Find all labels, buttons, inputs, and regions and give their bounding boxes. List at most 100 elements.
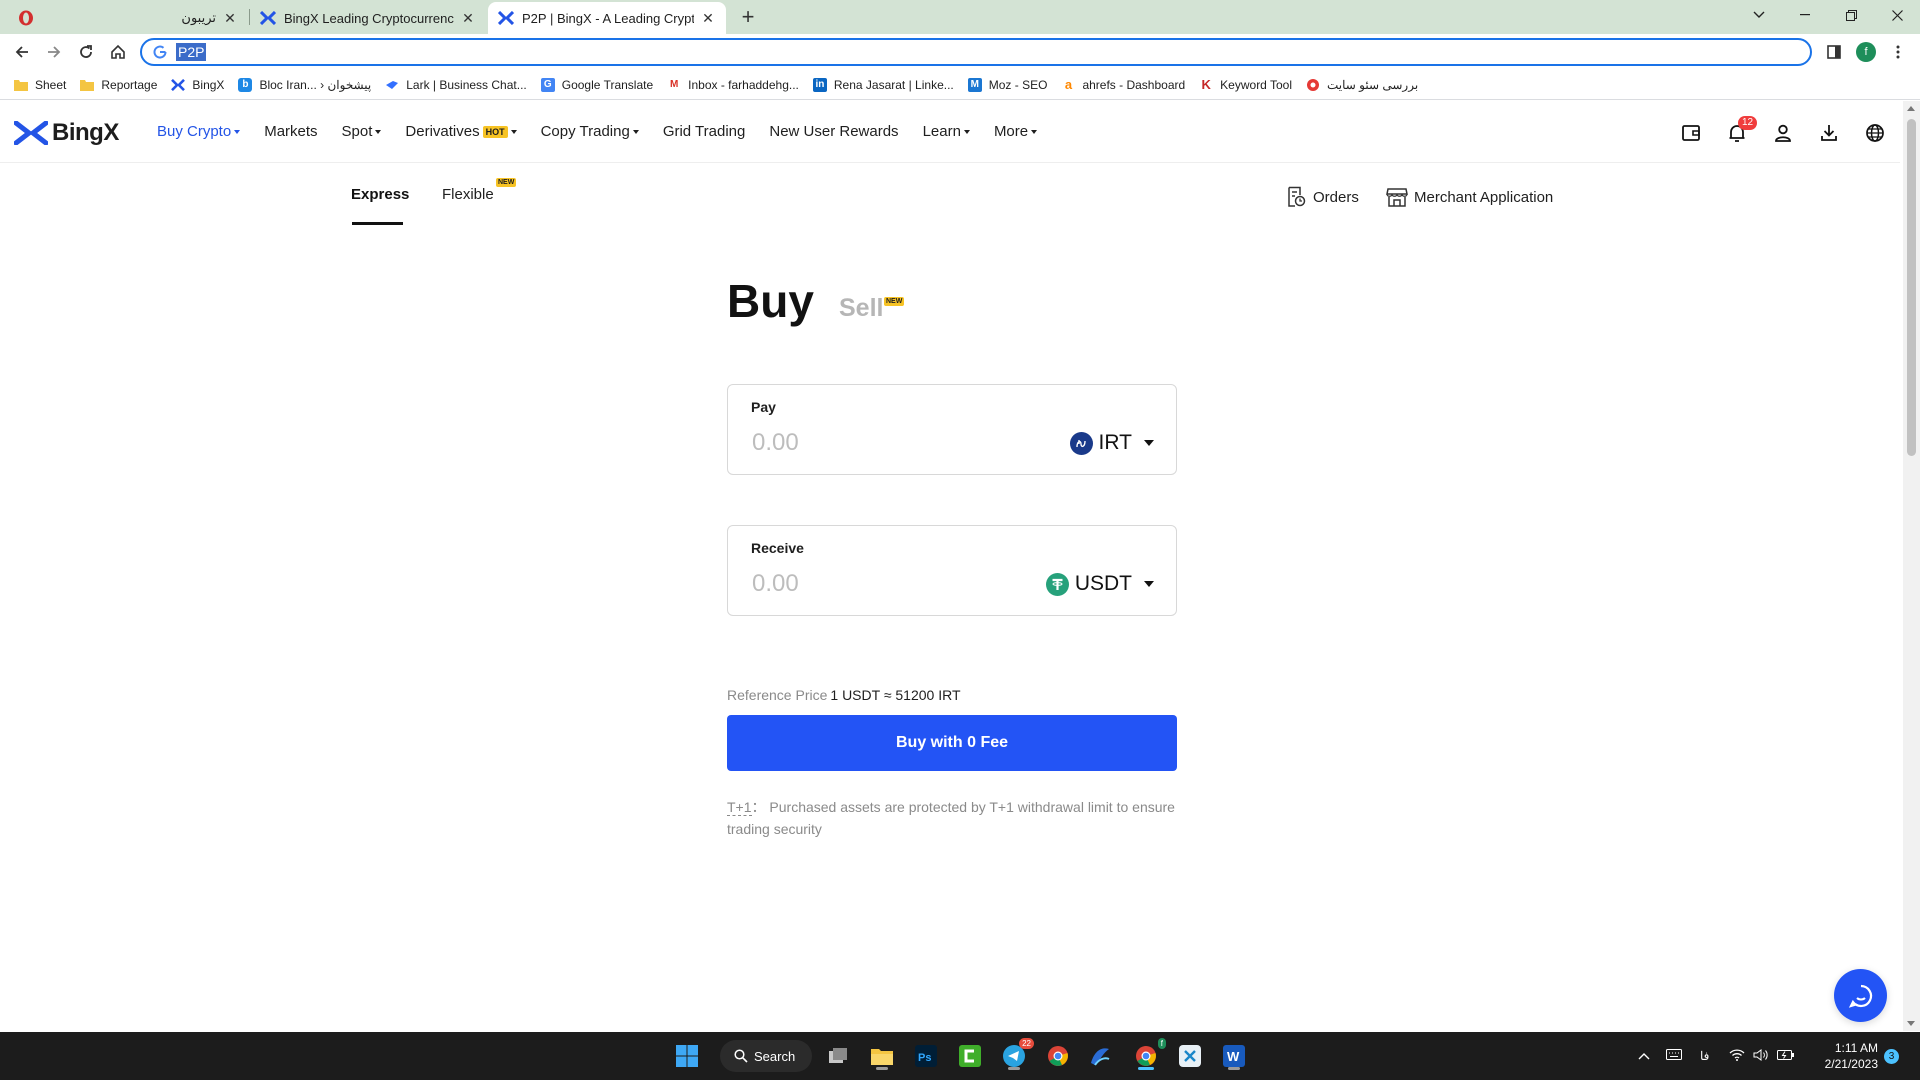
merchant-application-link[interactable]: Merchant Application bbox=[1386, 186, 1553, 208]
wallet-icon[interactable] bbox=[1679, 121, 1703, 145]
restore-button[interactable] bbox=[1828, 2, 1874, 28]
search-label: Search bbox=[754, 1048, 796, 1064]
user-icon[interactable] bbox=[1771, 121, 1795, 145]
bookmark-linkedin[interactable]: in Rena Jasarat | Linke... bbox=[812, 77, 954, 92]
chrome-icon[interactable] bbox=[1042, 1040, 1074, 1072]
pay-currency-select[interactable]: IRT bbox=[1069, 431, 1154, 455]
ahrefs-icon: a bbox=[1064, 77, 1073, 92]
nav-label: Spot bbox=[341, 123, 373, 140]
close-icon[interactable]: ✕ bbox=[700, 10, 716, 26]
scroll-down-arrow-icon[interactable] bbox=[1907, 1021, 1915, 1026]
bell-icon[interactable]: 12 bbox=[1725, 116, 1758, 145]
irt-icon bbox=[1069, 431, 1093, 455]
globe-icon[interactable] bbox=[1863, 121, 1887, 145]
nav-new-user-rewards[interactable]: New User Rewards bbox=[769, 123, 898, 140]
taskbar-search[interactable]: Search bbox=[720, 1040, 812, 1072]
close-window-button[interactable] bbox=[1874, 2, 1920, 28]
camtasia-icon[interactable] bbox=[954, 1040, 986, 1072]
system-tray: فا bbox=[1638, 1032, 1795, 1080]
bookmark-gmail[interactable]: M Inbox - farhaddehg... bbox=[667, 78, 799, 92]
tab-express[interactable]: Express bbox=[351, 186, 409, 203]
buy-with-zero-fee-button[interactable]: Buy with 0 Fee bbox=[727, 715, 1177, 771]
windows-taskbar: Search Ps 22 f W فا 1:11 AM 2/21/2023 3 bbox=[0, 1032, 1920, 1080]
bookmark-label: Google Translate bbox=[561, 77, 654, 92]
chevron-down-icon[interactable] bbox=[1736, 2, 1782, 28]
battery-icon[interactable] bbox=[1777, 1049, 1795, 1064]
word-icon[interactable]: W bbox=[1218, 1040, 1250, 1072]
browser-tab-1[interactable]: تریبون ✕ bbox=[8, 2, 248, 34]
pay-amount-input[interactable]: 0.00 bbox=[752, 429, 799, 457]
input-language[interactable]: فا bbox=[1700, 1049, 1709, 1063]
receive-field[interactable]: Receive 0.00 USDT bbox=[727, 525, 1177, 616]
file-explorer-icon[interactable] bbox=[866, 1040, 898, 1072]
bookmark-reportage[interactable]: Reportage bbox=[80, 78, 157, 92]
telegram-icon[interactable]: 22 bbox=[998, 1038, 1034, 1072]
buy-tab[interactable]: Buy bbox=[727, 274, 814, 328]
page-scrollbar[interactable] bbox=[1903, 101, 1920, 1031]
nav-copy-trading[interactable]: Copy Trading bbox=[541, 123, 639, 140]
bookmark-bloc-iran[interactable]: b Bloc Iran... › پیشخوان bbox=[238, 77, 371, 92]
side-panel-icon[interactable] bbox=[1820, 38, 1848, 66]
bookmark-ahrefs[interactable]: a ahrefs - Dashboard bbox=[1061, 77, 1185, 92]
back-button[interactable] bbox=[8, 38, 36, 66]
bookmark-seo-check[interactable]: بررسی سئو سایت bbox=[1306, 78, 1418, 92]
chrome-profile-icon[interactable]: f bbox=[1130, 1038, 1166, 1072]
bookmark-google-translate[interactable]: G Google Translate bbox=[540, 77, 654, 92]
nav-buy-crypto[interactable]: Buy Crypto bbox=[157, 123, 241, 140]
windows-start-icon[interactable] bbox=[671, 1040, 703, 1072]
active-indicator bbox=[1138, 1067, 1154, 1070]
home-button[interactable] bbox=[104, 38, 132, 66]
reload-button[interactable] bbox=[72, 38, 100, 66]
chevron-up-icon[interactable] bbox=[1638, 1049, 1650, 1063]
address-text[interactable]: P2P bbox=[176, 43, 207, 61]
tab-title: BingX Leading Cryptocurrency Exchange bbox=[284, 10, 454, 26]
address-bar[interactable]: P2P bbox=[140, 38, 1812, 66]
new-tab-button[interactable]: + bbox=[736, 5, 760, 29]
system-clock[interactable]: 1:11 AM 2/21/2023 bbox=[1812, 1040, 1878, 1072]
bookmark-moz[interactable]: M Moz - SEO bbox=[967, 77, 1047, 92]
sell-tab[interactable]: Sell bbox=[839, 294, 883, 323]
close-icon[interactable]: ✕ bbox=[222, 10, 238, 26]
forward-button[interactable] bbox=[40, 38, 68, 66]
logo-text: BingX bbox=[52, 119, 119, 146]
notification-center-badge[interactable]: 3 bbox=[1884, 1049, 1899, 1064]
pay-field[interactable]: Pay 0.00 IRT bbox=[727, 384, 1177, 475]
task-view-icon[interactable] bbox=[822, 1040, 854, 1072]
photoshop-icon[interactable]: Ps bbox=[910, 1040, 942, 1072]
scroll-up-arrow-icon[interactable] bbox=[1907, 106, 1915, 111]
translate-icon: G bbox=[540, 77, 555, 92]
orders-link[interactable]: Orders bbox=[1285, 186, 1359, 208]
keyboard-icon[interactable] bbox=[1666, 1049, 1682, 1063]
receive-amount-input[interactable]: 0.00 bbox=[752, 570, 799, 598]
wifi-icon[interactable] bbox=[1729, 1048, 1745, 1064]
clock-time: 1:11 AM bbox=[1834, 1041, 1878, 1055]
browser-tab-3[interactable]: P2P | BingX - A Leading Cryptocurrency E… bbox=[488, 2, 726, 34]
nav-derivatives[interactable]: Derivatives HOT bbox=[405, 123, 517, 140]
receive-currency-select[interactable]: USDT bbox=[1045, 572, 1154, 596]
profile-avatar[interactable]: f bbox=[1856, 42, 1876, 62]
volume-icon[interactable] bbox=[1753, 1048, 1769, 1064]
scroll-thumb[interactable] bbox=[1907, 119, 1916, 456]
nav-learn[interactable]: Learn bbox=[923, 123, 970, 140]
support-chat-button[interactable] bbox=[1834, 969, 1887, 1022]
t1-term[interactable]: T+1 bbox=[727, 799, 752, 816]
svg-text:Ps: Ps bbox=[918, 1052, 931, 1064]
close-icon[interactable]: ✕ bbox=[460, 10, 476, 26]
app-icon[interactable] bbox=[1084, 1040, 1116, 1072]
bookmark-lark[interactable]: Lark | Business Chat... bbox=[385, 78, 527, 92]
download-icon[interactable] bbox=[1817, 121, 1841, 145]
bingx-logo[interactable]: BingX bbox=[14, 119, 119, 147]
tab-flexible[interactable]: Flexible bbox=[442, 186, 494, 203]
nav-grid-trading[interactable]: Grid Trading bbox=[663, 123, 746, 140]
bookmark-keyword-tool[interactable]: K Keyword Tool bbox=[1199, 77, 1292, 92]
minimize-button[interactable] bbox=[1782, 2, 1828, 28]
nav-more[interactable]: More bbox=[994, 123, 1038, 140]
bookmark-sheet[interactable]: Sheet bbox=[14, 78, 66, 92]
bookmark-bingx[interactable]: BingX bbox=[171, 78, 224, 92]
kebab-menu-icon[interactable] bbox=[1884, 38, 1912, 66]
nav-spot[interactable]: Spot bbox=[342, 123, 382, 140]
snipping-tool-icon[interactable] bbox=[1174, 1040, 1206, 1072]
nav-markets[interactable]: Markets bbox=[264, 123, 317, 140]
browser-tab-2[interactable]: BingX Leading Cryptocurrency Exchange ✕ bbox=[250, 2, 486, 34]
folder-icon bbox=[14, 78, 28, 92]
